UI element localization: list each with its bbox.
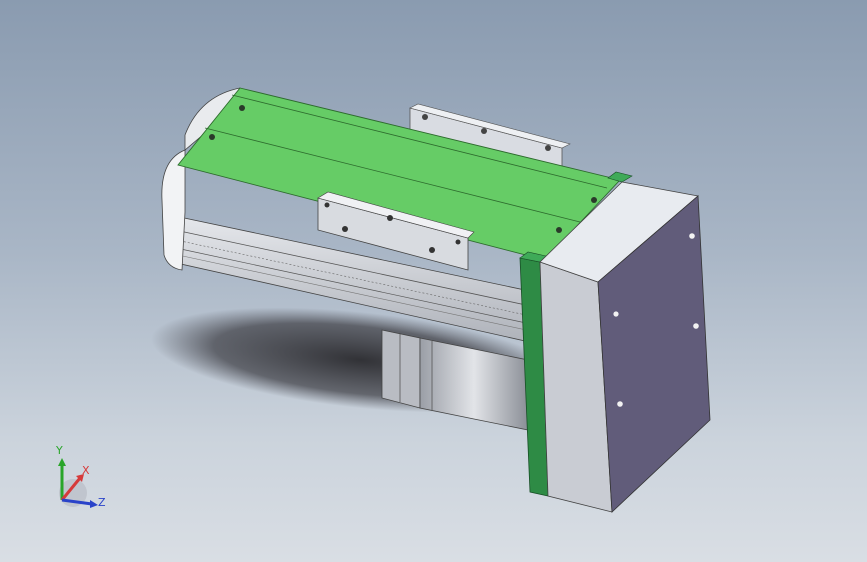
coordinate-triad: Y X Z: [40, 444, 110, 518]
z-axis-head: [90, 500, 98, 508]
y-axis-label: Y: [56, 444, 63, 457]
cad-viewport[interactable]: Y X Z: [0, 0, 867, 562]
y-axis-head: [58, 458, 66, 466]
x-axis-label: X: [82, 464, 90, 477]
linear-actuator-model[interactable]: [0, 0, 867, 562]
z-axis-label: Z: [98, 496, 106, 509]
